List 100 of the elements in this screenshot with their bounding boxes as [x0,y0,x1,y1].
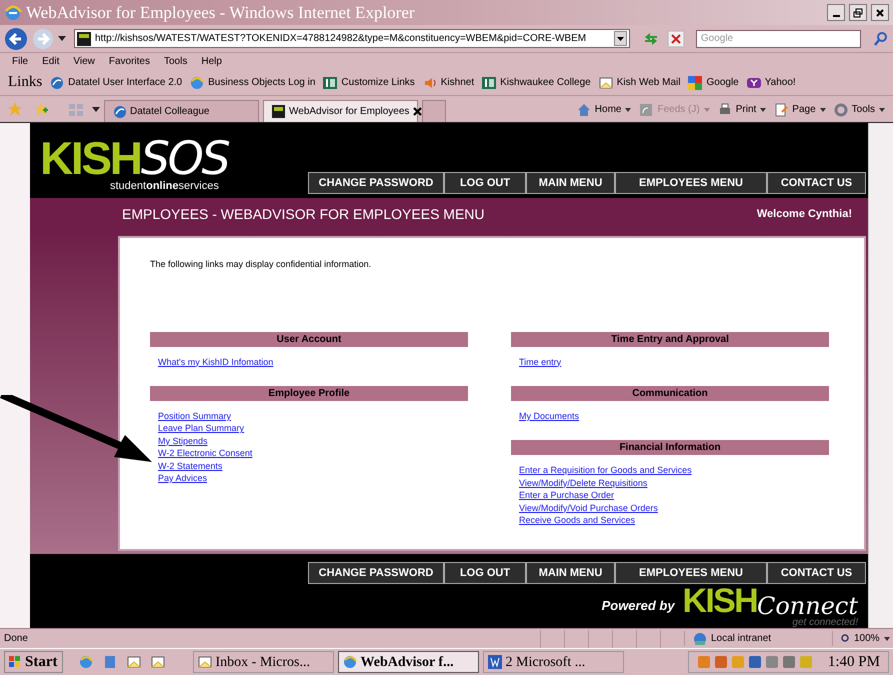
welcome-text: Welcome Cynthia! [756,207,852,222]
globe-icon [113,105,126,118]
menu-item[interactable]: File [12,54,28,69]
close-icon [875,8,885,18]
logo-text: KISH [40,135,141,181]
menu-link[interactable]: Position Summary [158,410,232,422]
add-favorite-icon [34,102,48,116]
tray-icon [782,655,796,669]
logo-icon [746,76,761,90]
toolbar-button[interactable]: Home [576,102,632,117]
logo-icon [482,76,496,90]
menu-link[interactable]: View/Modify/Delete Requisitions [519,476,648,490]
tab[interactable]: Datatel Colleague [104,100,259,122]
menu-link[interactable]: Pay Advices [158,472,208,484]
home-icon [576,102,591,116]
logo-tagline: get connected! [792,618,858,628]
start-button[interactable]: Start [4,651,62,673]
minimize-icon [832,15,840,17]
menu-link[interactable]: What's my KishID Infomation [158,356,274,368]
link-button[interactable]: Kishnet [422,75,474,90]
nav-link[interactable]: CONTACT US [767,562,866,584]
taskbar-button[interactable]: WebAdvisor f... [338,651,478,673]
site-icon [272,105,285,118]
close-button[interactable] [871,4,889,21]
browser-icon [190,76,204,90]
section-header: User Account [150,332,468,346]
taskbar-button[interactable]: Inbox - Micros... [192,651,334,673]
menu-link[interactable]: My Stipends [158,434,208,448]
zoom-icon [841,634,850,643]
restore-button[interactable] [849,4,867,21]
tray-icon [764,655,779,669]
menu-link[interactable]: Enter a Purchase Order [519,489,614,502]
feed-icon [639,102,654,116]
caret-icon [92,107,100,113]
menu-item[interactable]: Help [201,54,222,69]
minimize-button[interactable] [827,4,845,21]
nav-link[interactable]: LOG OUT [444,172,526,194]
document-icon [102,655,116,669]
logo-text: SOS [140,135,228,181]
caret-icon [704,108,710,112]
page-icon [774,102,788,116]
tray-icon [696,655,711,669]
zoom-button[interactable]: 100% [832,631,890,646]
window-title: WebAdvisor for Employees - Windows Internet Explorer [26,2,416,24]
menu-link[interactable]: Receive Goods and Services [519,514,636,526]
mail-icon [126,655,140,669]
tab-label: Datatel Colleague [130,105,210,119]
squares-icon [688,76,702,90]
windows-icon [9,656,21,668]
menu-item[interactable]: Favorites [108,54,150,69]
menu-link[interactable]: My Documents [519,410,580,422]
nav-link[interactable]: CHANGE PASSWORD [308,562,444,584]
logo-icon [323,76,338,90]
dropdown-button[interactable] [614,31,627,46]
link-button[interactable]: Kish Web Mail [598,75,680,90]
nav-link[interactable]: MAIN MENU [526,172,615,194]
page-title: EMPLOYEES - WEBADVISOR FOR EMPLOYEES MENU [122,205,485,224]
link-button[interactable]: Business Objects Log in [190,75,316,90]
menu-item[interactable]: Edit [42,54,60,69]
nav-link[interactable]: EMPLOYEES MENU [615,172,767,194]
site-icon [77,32,91,46]
forward-icon [32,28,54,50]
nav-link[interactable]: EMPLOYEES MENU [615,562,767,584]
toolbar-button[interactable]: Tools [834,102,885,117]
taskbar-button[interactable]: 2 Microsoft ... [482,651,624,673]
menu-link[interactable]: W-2 Electronic Consent [158,447,252,460]
menu-link[interactable]: Time entry [519,356,562,368]
browser-icon [4,4,22,22]
back-icon [4,26,28,50]
star-icon [8,102,22,116]
menu-link[interactable]: Leave Plan Summary [158,422,244,435]
section-header: Communication [511,386,829,401]
link-button[interactable]: Datatel User Interface 2.0 [50,75,182,90]
nav-link[interactable]: CHANGE PASSWORD [308,172,444,194]
browser-icon [78,655,92,669]
menu-link[interactable]: View/Modify/Void Purchase Orders [519,502,658,514]
section-header: Time Entry and Approval [511,332,829,346]
url-text: http://kishsos/WATEST/WATEST?TOKENIDX=4788124982&type=M&constituency=WBEM&pid=CORE-WBEM [95,32,588,46]
toolbar-button[interactable]: Print [718,102,766,117]
link-button[interactable]: Kishwaukee College [482,75,591,90]
menu-link[interactable]: W-2 Statements [158,460,222,472]
search-field[interactable]: Google [696,30,861,48]
nav-link[interactable]: MAIN MENU [526,562,615,584]
menu-item[interactable]: Tools [164,54,188,69]
link-button[interactable]: Customize Links [323,75,415,90]
menu-item[interactable]: View [73,54,95,69]
globe-icon [693,632,707,646]
toolbar-button[interactable]: Page [774,102,826,117]
nav-link[interactable]: CONTACT US [767,172,866,194]
status-text: Done [3,632,29,646]
caret-icon [58,36,66,42]
speaker-icon [422,76,437,90]
link-button[interactable]: Google [688,75,739,90]
mail-icon [150,655,164,669]
link-button[interactable]: Yahoo! [746,75,796,90]
nav-link[interactable]: LOG OUT [444,562,526,584]
address-field[interactable]: http://kishsos/WATEST/WATEST?TOKENIDX=4788124982&type=M&constituency=WBEM&pid=CORE-WBEM [74,29,630,48]
tray-icon [798,655,813,669]
menu-link[interactable]: Enter a Requisition for Goods and Services [519,464,692,477]
notice-text: The following links may display confidential information. [150,258,372,271]
